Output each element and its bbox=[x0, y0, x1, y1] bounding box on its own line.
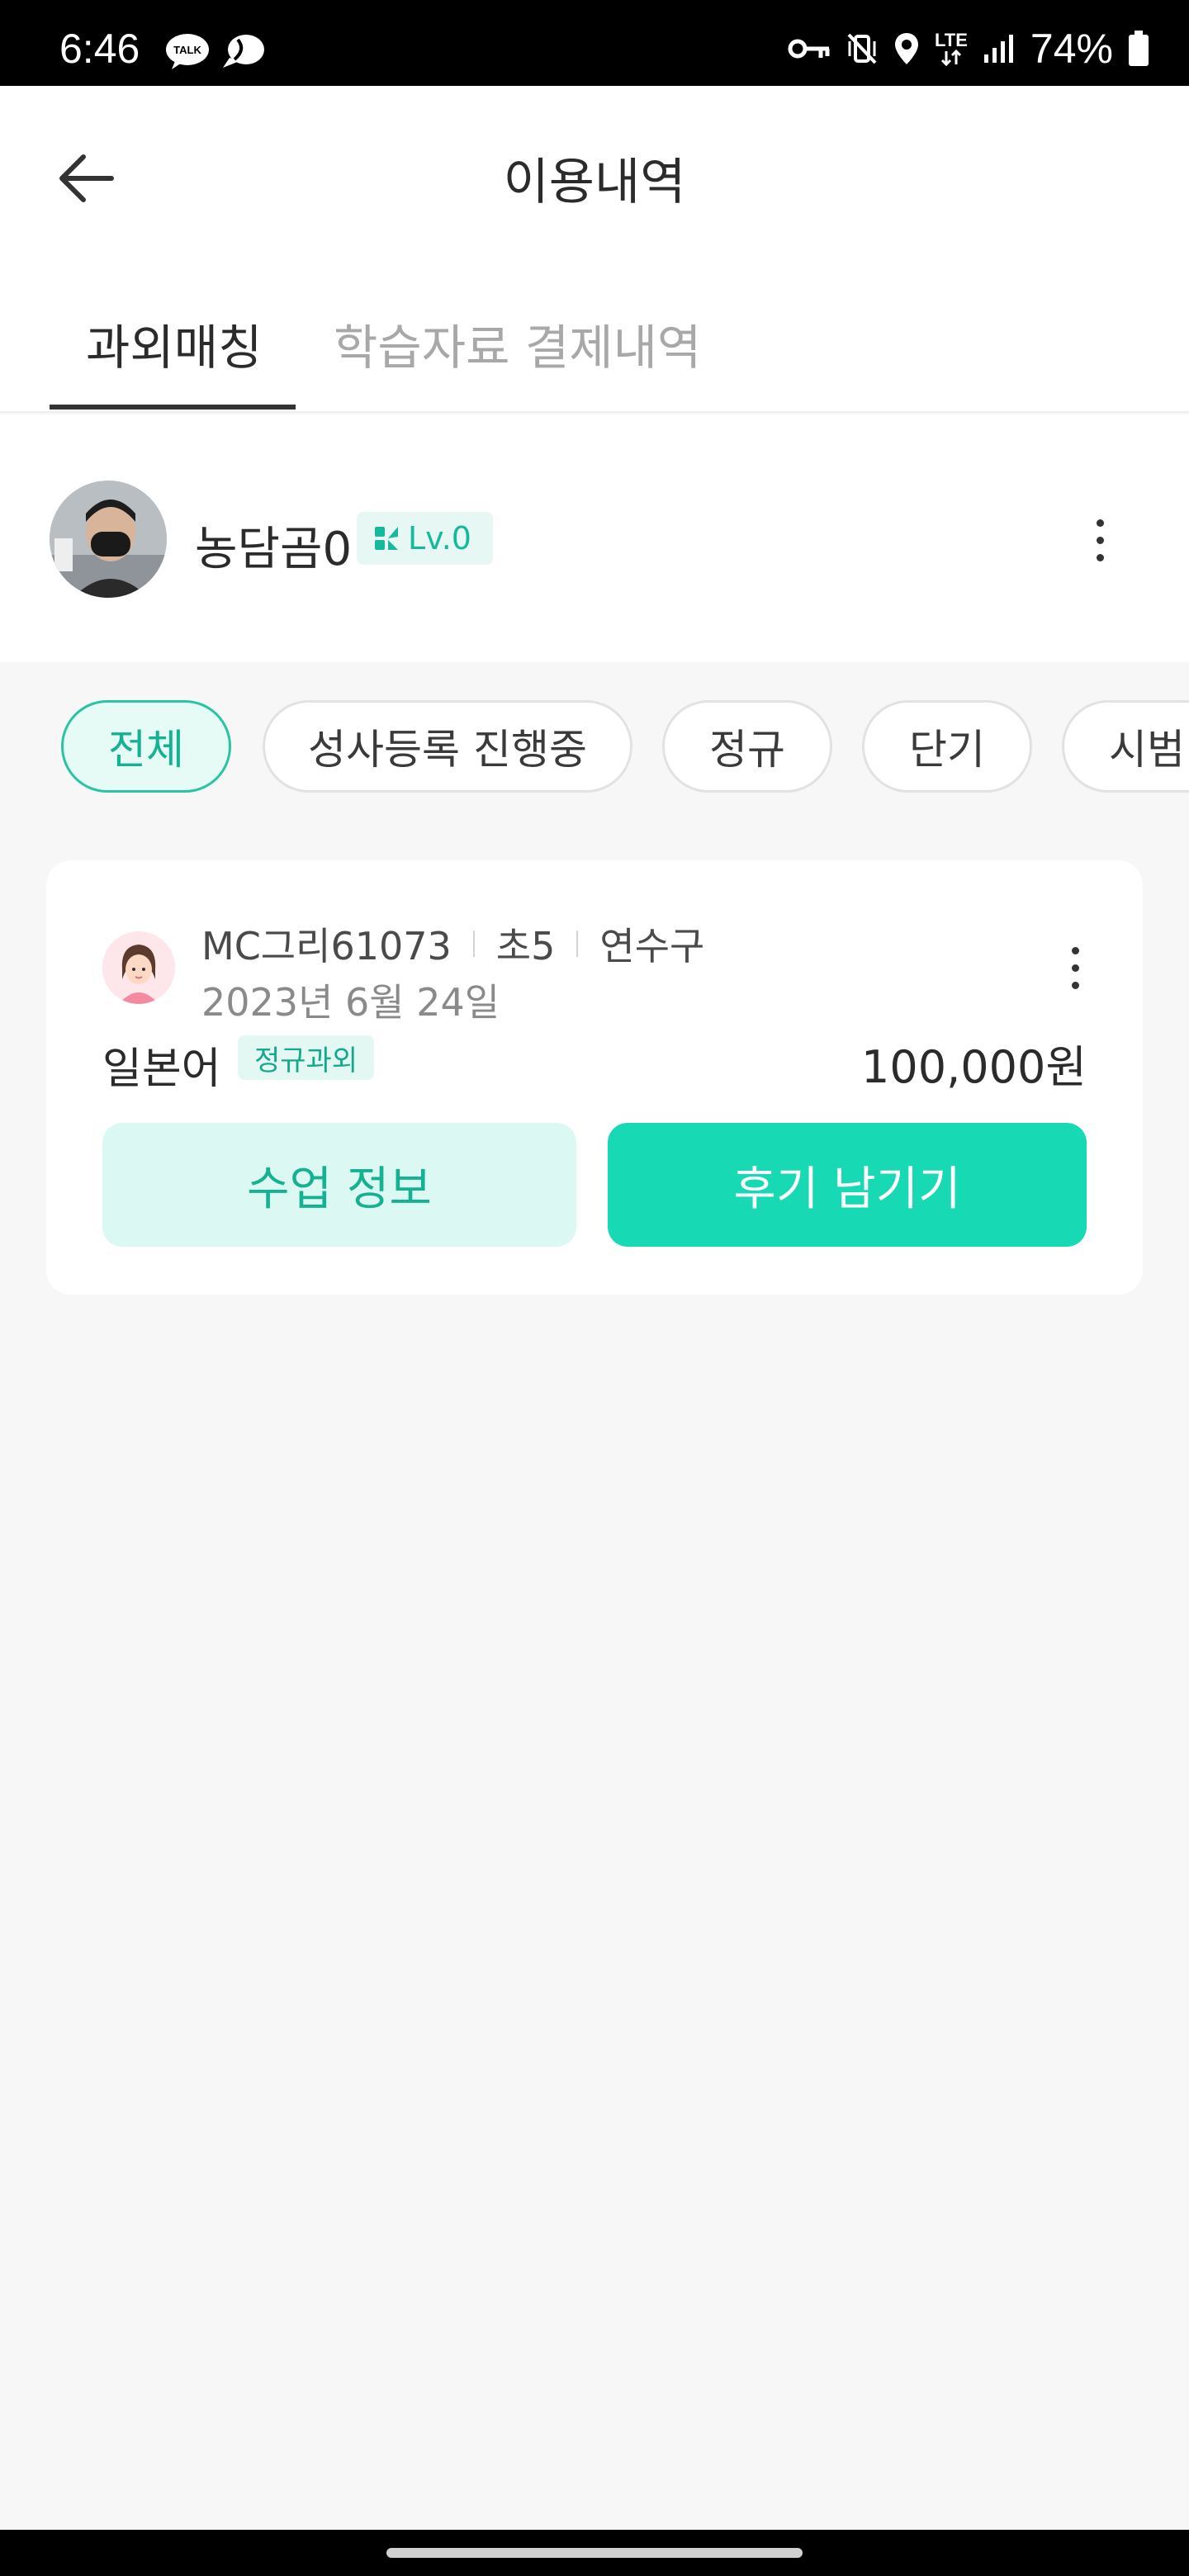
dot bbox=[1096, 536, 1104, 544]
tutoring-type-badge: 정규과외 bbox=[238, 1035, 375, 1080]
app-header: 이용내역 bbox=[0, 86, 1189, 268]
battery-percent: 74% bbox=[1030, 26, 1113, 72]
card-more-button[interactable] bbox=[1059, 935, 1092, 1001]
match-date: 2023년 6월 24일 bbox=[201, 980, 500, 1025]
divider bbox=[472, 930, 475, 957]
vibrate-mute-icon bbox=[847, 33, 877, 64]
level-logo-icon bbox=[375, 527, 398, 550]
level-label: Lv.0 bbox=[408, 520, 471, 556]
svg-text:TALK: TALK bbox=[173, 44, 201, 56]
status-right-icons: LTE 74% bbox=[788, 28, 1149, 69]
filter-chip-trial[interactable]: 시범 bbox=[1062, 700, 1189, 793]
location-icon bbox=[895, 33, 918, 64]
profile-section: 농담곰0 Lv.0 bbox=[0, 414, 1189, 662]
vpn-key-icon bbox=[788, 39, 830, 59]
price: 100,000원 bbox=[861, 1041, 1087, 1093]
status-time: 6:46 bbox=[59, 26, 140, 72]
battery-icon bbox=[1129, 31, 1149, 66]
active-tab-indicator bbox=[50, 405, 296, 410]
tutor-info-line: MC그리61073 초5 연수구 bbox=[201, 916, 704, 971]
tutor-name: MC그리61073 bbox=[201, 924, 452, 968]
lte-label: LTE bbox=[935, 30, 968, 50]
lte-icon: LTE bbox=[935, 31, 968, 66]
profile-photo bbox=[50, 481, 167, 598]
tutor-avatar bbox=[102, 931, 175, 1004]
status-left-icons: TALK bbox=[165, 33, 266, 69]
tab-tutoring-match[interactable]: 과외매칭 bbox=[86, 309, 262, 378]
tab-study-material-payments[interactable]: 학습자료 결제내역 bbox=[334, 309, 701, 378]
level-badge: Lv.0 bbox=[357, 512, 493, 565]
profile-more-button[interactable] bbox=[1083, 507, 1116, 573]
region: 연수구 bbox=[599, 924, 705, 968]
tab-bar: 과외매칭 학습자료 결제내역 bbox=[0, 268, 1189, 413]
student-grade: 초5 bbox=[495, 924, 556, 968]
filter-chip-regular[interactable]: 정규 bbox=[662, 700, 832, 793]
avatar[interactable] bbox=[50, 481, 167, 598]
profile-name: 농담곰0 bbox=[195, 523, 353, 576]
class-info-button[interactable]: 수업 정보 bbox=[102, 1123, 576, 1247]
page-title: 이용내역 bbox=[503, 154, 686, 211]
dot bbox=[1071, 981, 1079, 989]
dot bbox=[1071, 946, 1079, 954]
dot bbox=[1096, 553, 1104, 561]
filter-chip-short-term[interactable]: 단기 bbox=[862, 700, 1032, 793]
write-review-button[interactable]: 후기 남기기 bbox=[608, 1123, 1087, 1247]
chat-cloud-icon bbox=[223, 35, 264, 68]
signal-icon bbox=[983, 35, 1013, 63]
status-bar: 6:46 TALK LTE 74% bbox=[0, 0, 1189, 86]
tutor-avatar-illustration bbox=[102, 931, 175, 1004]
home-gesture-handle[interactable] bbox=[386, 2548, 803, 2558]
filter-chip-all[interactable]: 전체 bbox=[61, 700, 231, 793]
tutoring-history-card: MC그리61073 초5 연수구 2023년 6월 24일 일본어 정규과외 1… bbox=[46, 860, 1143, 1295]
system-nav-bar bbox=[0, 2530, 1189, 2576]
filter-chip-in-progress[interactable]: 성사등록 진행중 bbox=[263, 700, 632, 793]
dot bbox=[1096, 519, 1104, 527]
filter-chips: 전체 성사등록 진행중 정규 단기 시범 bbox=[0, 698, 1189, 796]
dot bbox=[1071, 964, 1079, 972]
divider bbox=[576, 930, 579, 957]
kakaotalk-icon: TALK bbox=[166, 34, 209, 69]
subject: 일본어 bbox=[102, 1044, 221, 1094]
